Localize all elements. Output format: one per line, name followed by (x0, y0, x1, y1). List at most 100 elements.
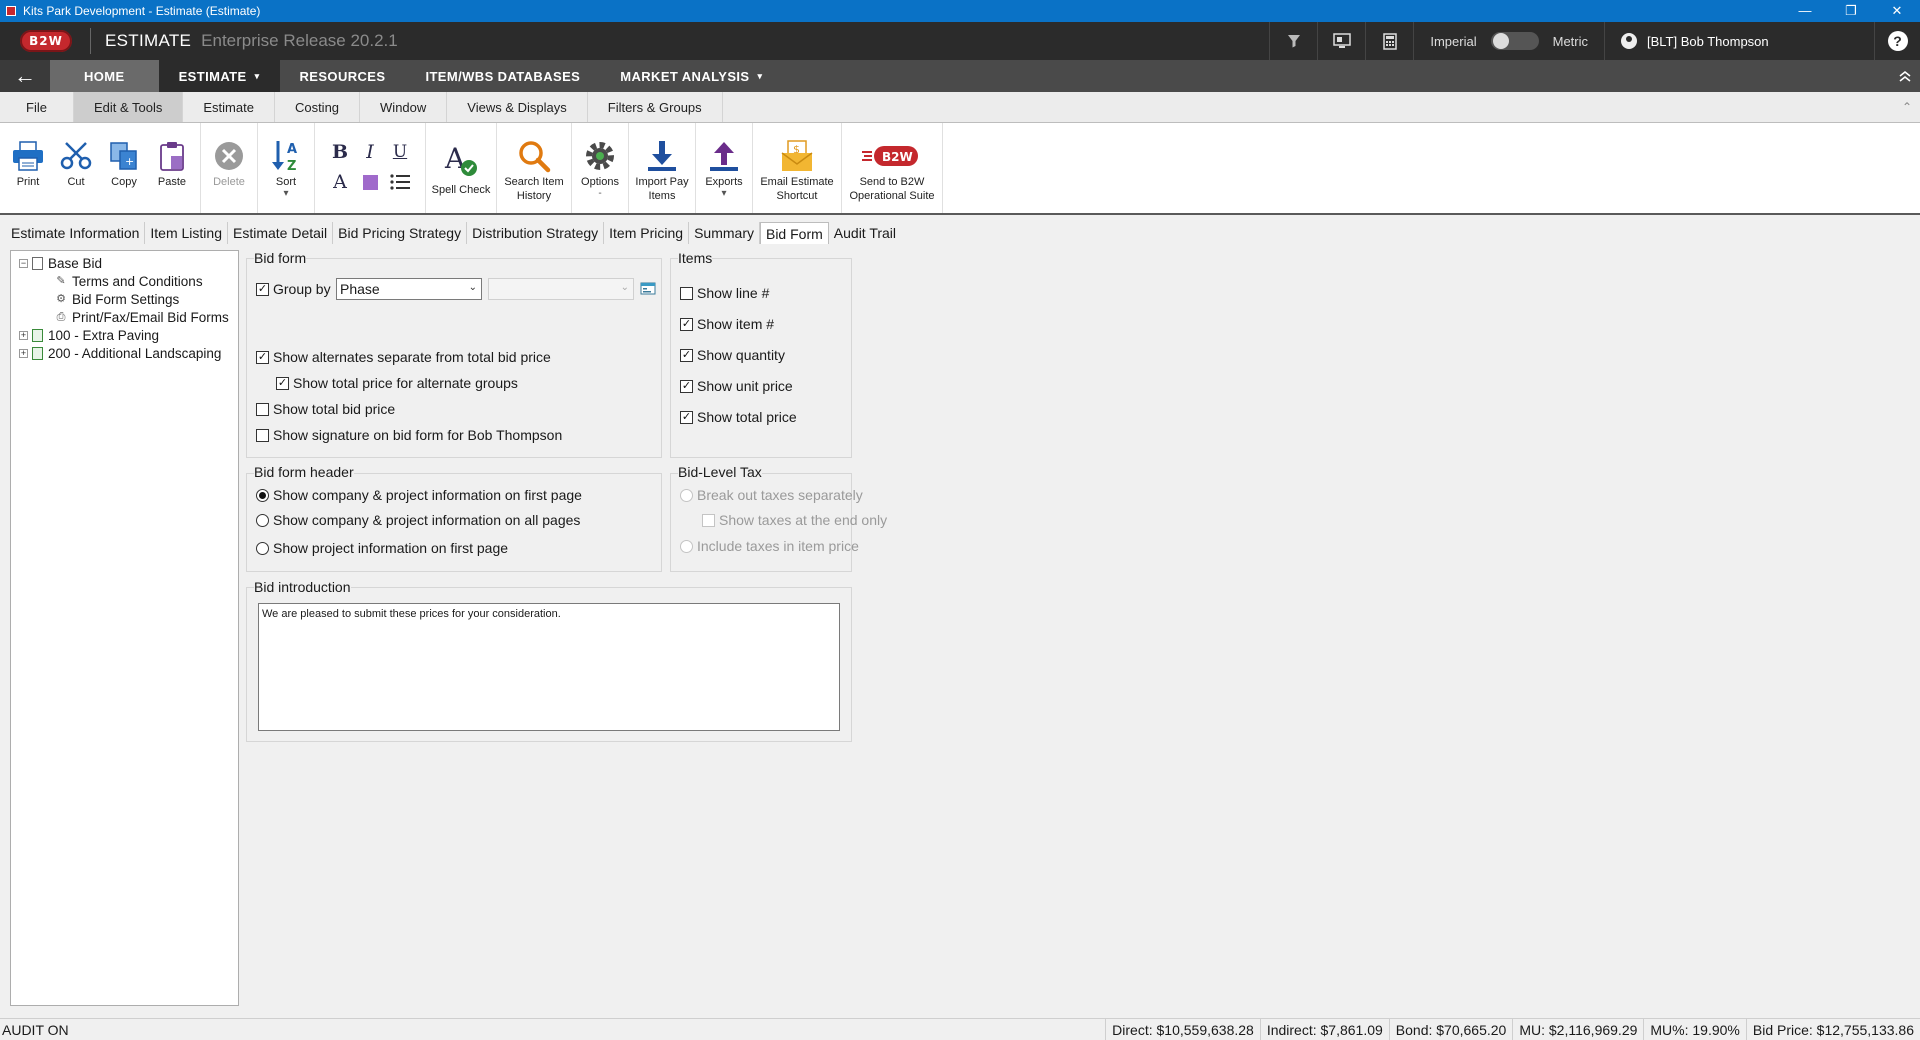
show-total-bid-row[interactable]: Show total bid price (256, 400, 395, 418)
window-controls: — ❐ ✕ (1782, 3, 1920, 19)
header-option-project-only[interactable]: Show project information on first page (256, 539, 508, 557)
bid-introduction-textarea[interactable]: We are pleased to submit these prices fo… (258, 603, 840, 731)
group-settings-icon[interactable] (640, 280, 656, 299)
bid-form-header-title: Bid form header (254, 464, 354, 480)
show-quantity-checkbox[interactable]: ✓ (680, 348, 693, 362)
tree-node-base-bid[interactable]: − Base Bid (11, 254, 238, 272)
close-button[interactable]: ✕ (1874, 3, 1920, 19)
show-line-row[interactable]: Show line # (680, 284, 769, 302)
collapse-ribbon-icon[interactable]: ⌃ (1894, 92, 1920, 122)
show-unit-price-checkbox[interactable]: ✓ (680, 379, 693, 393)
help-button[interactable]: ? (1874, 22, 1920, 60)
ribbon-tab-views[interactable]: Views & Displays (447, 92, 588, 122)
show-quantity-row[interactable]: ✓ Show quantity (680, 346, 785, 364)
group-by-checkbox[interactable]: ✓ (256, 282, 269, 296)
show-line-checkbox[interactable] (680, 286, 693, 300)
show-total-price-checkbox[interactable]: ✓ (680, 410, 693, 424)
tree-node-print-forms[interactable]: ⎙ Print/Fax/Email Bid Forms (11, 308, 238, 326)
group-by-select[interactable]: Phase ⌄ (336, 278, 482, 300)
minimize-button[interactable]: — (1782, 3, 1828, 19)
header-option-first-page[interactable]: Show company & project information on fi… (256, 486, 582, 504)
unit-toggle[interactable] (1490, 32, 1539, 50)
tree-node-terms[interactable]: ✎ Terms and Conditions (11, 272, 238, 290)
show-total-price-row[interactable]: ✓ Show total price (680, 408, 797, 426)
b2w-logo[interactable]: B2W (20, 30, 72, 52)
tree-node-additional-landscaping[interactable]: + 200 - Additional Landscaping (11, 344, 238, 362)
collapse-icon[interactable]: − (19, 258, 28, 268)
sort-button[interactable]: AZ Sort ▾ (262, 123, 310, 213)
back-button[interactable]: ← (0, 60, 50, 92)
tab-bid-form[interactable]: Bid Form (759, 222, 829, 244)
show-signature-checkbox[interactable] (256, 428, 269, 442)
tax-end-only-row[interactable]: Show taxes at the end only (702, 511, 887, 529)
screen-button[interactable] (1317, 22, 1365, 60)
show-total-alternate-checkbox[interactable]: ✓ (276, 376, 289, 390)
expand-icon[interactable]: + (19, 330, 28, 340)
tab-item-listing[interactable]: Item Listing (145, 222, 228, 244)
show-total-bid-checkbox[interactable] (256, 402, 269, 416)
ribbon-tab-estimate[interactable]: Estimate (183, 92, 275, 122)
header-project-only-radio[interactable] (256, 541, 269, 555)
tab-audit-trail[interactable]: Audit Trail (829, 222, 901, 244)
user-menu[interactable]: [BLT] Bob Thompson (1604, 22, 1874, 60)
tab-estimate-detail[interactable]: Estimate Detail (228, 222, 334, 244)
header-option-all-pages[interactable]: Show company & project information on al… (256, 511, 580, 529)
expand-icon[interactable]: + (19, 348, 28, 358)
highlight-color-button[interactable] (355, 167, 385, 197)
collapse-nav-icon[interactable] (1890, 60, 1920, 92)
send-to-b2w-button[interactable]: B2W Send to B2W Operational Suite (846, 123, 938, 213)
nav-market-analysis[interactable]: MARKET ANALYSIS ▾ (600, 60, 782, 92)
ribbon-tab-edit-tools[interactable]: Edit & Tools (73, 92, 184, 122)
copy-button[interactable]: + Copy (100, 123, 148, 213)
tab-distribution-strategy[interactable]: Distribution Strategy (467, 222, 605, 244)
exports-button[interactable]: Exports ▾ (700, 123, 748, 213)
restore-button[interactable]: ❐ (1828, 3, 1874, 19)
tab-summary[interactable]: Summary (689, 222, 760, 244)
show-alternates-row[interactable]: ✓ Show alternates separate from total bi… (256, 348, 551, 366)
show-unit-price-row[interactable]: ✓ Show unit price (680, 377, 793, 395)
ribbon-tab-window[interactable]: Window (360, 92, 448, 122)
paste-button[interactable]: Paste (148, 123, 196, 213)
tab-estimate-information[interactable]: Estimate Information (6, 222, 146, 244)
bold-button[interactable]: B (325, 137, 355, 167)
tax-end-only-checkbox[interactable] (702, 513, 715, 527)
show-alternates-checkbox[interactable]: ✓ (256, 350, 269, 364)
header-first-page-radio[interactable] (256, 488, 269, 502)
nav-resources[interactable]: RESOURCES (280, 60, 406, 92)
header-all-pages-radio[interactable] (256, 513, 269, 527)
search-item-history-button[interactable]: Search Item History (501, 123, 567, 213)
tab-bid-pricing-strategy[interactable]: Bid Pricing Strategy (333, 222, 468, 244)
secondary-group-select[interactable]: ⌄ (488, 278, 634, 300)
tax-breakout-radio[interactable] (680, 488, 693, 502)
bid-introduction-title: Bid introduction (254, 579, 351, 595)
calculator-button[interactable] (1365, 22, 1413, 60)
ribbon-tab-costing[interactable]: Costing (275, 92, 361, 122)
import-pay-items-button[interactable]: Import Pay Items (633, 123, 691, 213)
show-item-checkbox[interactable]: ✓ (680, 317, 693, 331)
delete-button[interactable]: Delete (205, 123, 253, 213)
ribbon-tab-file[interactable]: File (0, 92, 74, 122)
tree-node-bid-form-settings[interactable]: ⚙ Bid Form Settings (11, 290, 238, 308)
filter-button[interactable] (1269, 22, 1317, 60)
show-signature-row[interactable]: Show signature on bid form for Bob Thomp… (256, 426, 562, 444)
tree-node-extra-paving[interactable]: + 100 - Extra Paving (11, 326, 238, 344)
tax-breakout-row[interactable]: Break out taxes separately (680, 486, 863, 504)
ribbon-tab-filters[interactable]: Filters & Groups (588, 92, 723, 122)
font-color-button[interactable]: A (325, 167, 355, 197)
bullet-list-button[interactable] (385, 167, 415, 197)
nav-home[interactable]: HOME (50, 60, 159, 92)
cut-button[interactable]: Cut (52, 123, 100, 213)
show-total-alternate-row[interactable]: ✓ Show total price for alternate groups (276, 374, 518, 392)
nav-estimate[interactable]: ESTIMATE ▾ (158, 60, 280, 92)
spell-check-button[interactable]: A Spell Check (430, 123, 492, 213)
tax-include-row[interactable]: Include taxes in item price (680, 537, 859, 555)
italic-button[interactable]: I (355, 137, 385, 167)
nav-databases[interactable]: ITEM/WBS DATABASES (405, 60, 600, 92)
options-button[interactable]: Options - (576, 123, 624, 213)
email-estimate-button[interactable]: $ Email Estimate Shortcut (757, 123, 837, 213)
print-button[interactable]: Print (4, 123, 52, 213)
show-item-row[interactable]: ✓ Show item # (680, 315, 774, 333)
tax-include-radio[interactable] (680, 539, 693, 553)
tab-item-pricing[interactable]: Item Pricing (604, 222, 690, 244)
underline-button[interactable]: U (385, 137, 415, 167)
